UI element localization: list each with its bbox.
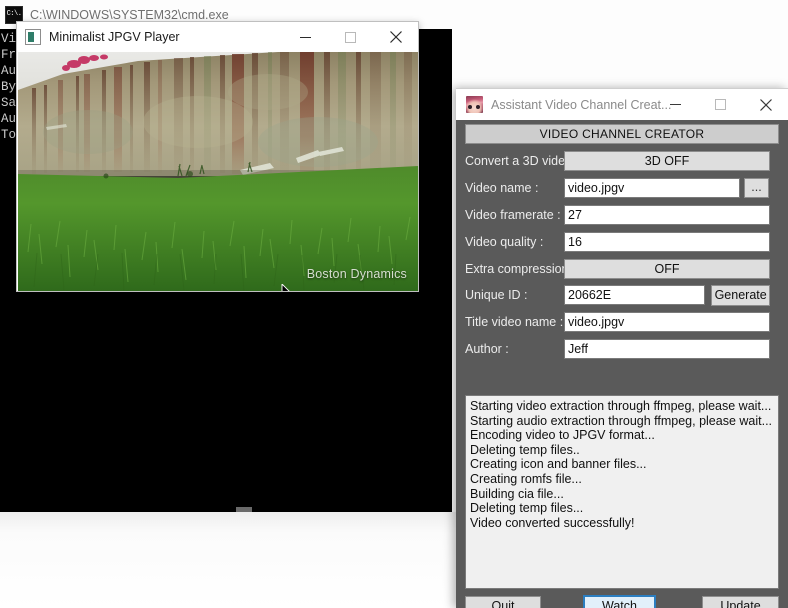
label-convert-3d: Convert a 3D video : — [465, 154, 579, 168]
field-row-quality: Video quality : 16 — [456, 231, 788, 253]
label-unique-id: Unique ID : — [465, 288, 528, 302]
toggle-3d-button[interactable]: 3D OFF — [564, 151, 770, 171]
extra-compression-toggle[interactable]: OFF — [564, 259, 770, 279]
field-row-framerate: Video framerate : 27 — [456, 204, 788, 226]
minimize-icon[interactable] — [283, 22, 328, 52]
anime-avatar-icon — [466, 96, 483, 113]
close-icon[interactable] — [373, 22, 418, 52]
label-title-video-name: Title video name : — [465, 315, 564, 329]
log-line: Deleting temp files... — [470, 501, 584, 516]
field-row-extra-compression: Extra compression : OFF — [456, 258, 788, 280]
unique-id-input[interactable]: 20662E — [564, 285, 706, 305]
minimize-icon[interactable] — [653, 89, 698, 120]
field-row-title-video-name: Title video name : video.jpgv — [456, 311, 788, 333]
creator-window-controls — [653, 89, 788, 120]
close-icon[interactable] — [743, 89, 788, 120]
creator-header-banner: VIDEO CHANNEL CREATOR — [465, 124, 779, 144]
video-frame-image — [18, 52, 418, 291]
log-line: Encoding video to JPGV format... — [470, 428, 655, 443]
log-line: Starting video extraction through ffmpeg… — [470, 399, 772, 413]
update-button[interactable]: Update — [702, 596, 779, 608]
cmd-window-title: C:\WINDOWS\SYSTEM32\cmd.exe — [30, 7, 229, 22]
quality-input[interactable]: 16 — [564, 232, 770, 252]
watch-button[interactable]: Watch — [583, 595, 656, 608]
title-video-name-input[interactable]: video.jpgv — [564, 312, 770, 332]
creator-body: VIDEO CHANNEL CREATOR Convert a 3D video… — [456, 120, 788, 608]
label-author: Author : — [465, 342, 509, 356]
maximize-icon[interactable] — [328, 22, 373, 52]
cmd-window-bottom-handle[interactable] — [236, 507, 252, 512]
log-line: Creating icon and banner files... — [470, 457, 647, 472]
field-row-video-name: Video name : video.jpgv ... — [456, 177, 788, 199]
conversion-log-output[interactable]: Starting video extraction through ffmpeg… — [465, 395, 779, 589]
framerate-input[interactable]: 27 — [564, 205, 770, 225]
field-row-author: Author : Jeff — [456, 338, 788, 360]
field-row-unique-id: Unique ID : 20662E Generate — [456, 284, 788, 306]
log-line: Deleting temp files.. — [470, 442, 580, 457]
jpgv-player-window[interactable]: Minimalist JPGV Player Boston Dynamics — [16, 21, 419, 292]
maximize-icon[interactable] — [698, 89, 743, 120]
video-name-input[interactable]: video.jpgv — [564, 178, 740, 198]
generate-id-button[interactable]: Generate — [711, 284, 770, 306]
video-playback-area[interactable]: Boston Dynamics — [18, 52, 418, 291]
video-watermark: Boston Dynamics — [306, 267, 407, 281]
player-window-controls — [283, 22, 418, 52]
screen-root: C:\. C:\WINDOWS\SYSTEM32\cmd.exe Vid Fra… — [0, 0, 788, 608]
video-channel-creator-window[interactable]: Assistant Video Channel Creat... VIDEO C… — [456, 88, 788, 608]
log-line: Video converted successfully! — [470, 515, 635, 530]
browse-button[interactable]: ... — [744, 178, 769, 198]
creator-window-title: Assistant Video Channel Creat... — [491, 97, 672, 112]
creator-action-bar: Quit Watch Update — [456, 595, 788, 608]
log-line: Building cia file... — [470, 486, 564, 501]
label-video-name: Video name : — [465, 181, 539, 195]
creator-titlebar[interactable]: Assistant Video Channel Creat... — [456, 89, 788, 120]
desktop-background-bottom — [0, 512, 460, 608]
label-framerate: Video framerate : — [465, 208, 561, 222]
log-line: Starting audio extraction through ffmpeg… — [470, 413, 773, 428]
field-row-convert-3d: Convert a 3D video : 3D OFF — [456, 150, 788, 172]
player-titlebar[interactable]: Minimalist JPGV Player — [17, 22, 418, 52]
author-input[interactable]: Jeff — [564, 339, 770, 359]
log-line: Creating romfs file... — [470, 471, 582, 486]
quit-button[interactable]: Quit — [465, 596, 541, 608]
label-quality: Video quality : — [465, 235, 544, 249]
player-app-icon — [25, 29, 41, 45]
player-window-title: Minimalist JPGV Player — [49, 30, 180, 44]
label-extra-compression: Extra compression : — [465, 262, 576, 276]
